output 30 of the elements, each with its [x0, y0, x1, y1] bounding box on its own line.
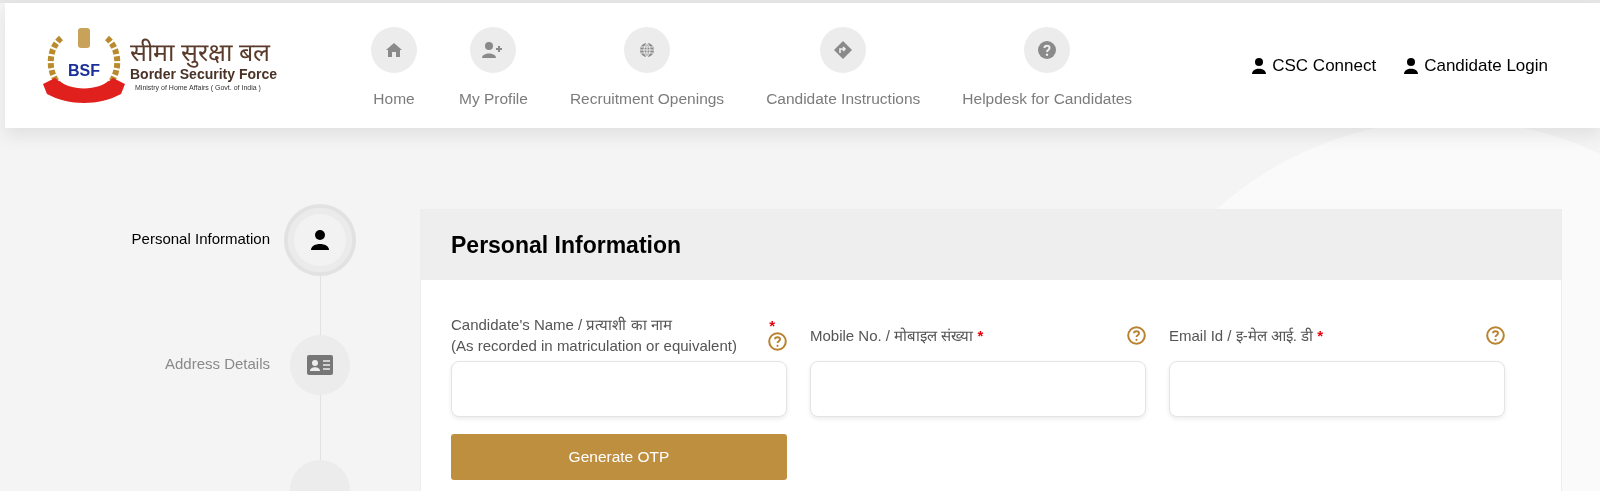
input-field[interactable]	[810, 361, 1146, 417]
account-link[interactable]: CSC Connect	[1252, 52, 1377, 79]
card-title: Personal Information	[451, 230, 682, 260]
help-icon[interactable]	[1127, 325, 1146, 345]
add-user-icon	[482, 41, 505, 59]
input-field[interactable]	[451, 361, 787, 417]
home-icon	[385, 42, 403, 58]
account-link[interactable]: Candidate Login	[1404, 52, 1548, 79]
step-label[interactable]: Personal Information	[131, 228, 270, 251]
directions-icon	[834, 41, 853, 59]
field-label: Mobile No. / मोबाइल संख्या *	[810, 325, 984, 346]
help-icon[interactable]	[768, 331, 787, 351]
nav-link[interactable]: Recruitment Openings	[569, 27, 725, 111]
input-field[interactable]	[1169, 361, 1505, 417]
required-mark: *	[769, 319, 775, 332]
field-label: Email Id / इ-मेल आई. डी *	[1169, 325, 1324, 346]
user-icon	[311, 229, 329, 250]
id-card-icon	[307, 354, 333, 375]
nav-link[interactable]: Candidate Instructions	[766, 27, 921, 111]
field-label: Candidate's Name / प्रत्याशी का नाम (As recorded in matriculation or equivalent)	[451, 315, 737, 356]
user-icon	[1404, 57, 1419, 74]
logo-emblem-drawing: BSF	[41, 25, 127, 106]
globe-icon	[639, 42, 655, 58]
generate-otp-button[interactable]: Generate OTP	[451, 434, 787, 480]
user-icon	[1252, 57, 1267, 74]
help-icon[interactable]	[1486, 325, 1505, 345]
help-icon	[1038, 41, 1057, 59]
nav-link[interactable]: Helpdesk for Candidates	[962, 27, 1133, 111]
nav-link[interactable]: My Profile	[459, 27, 528, 111]
step-label[interactable]: Address Details	[164, 353, 270, 376]
